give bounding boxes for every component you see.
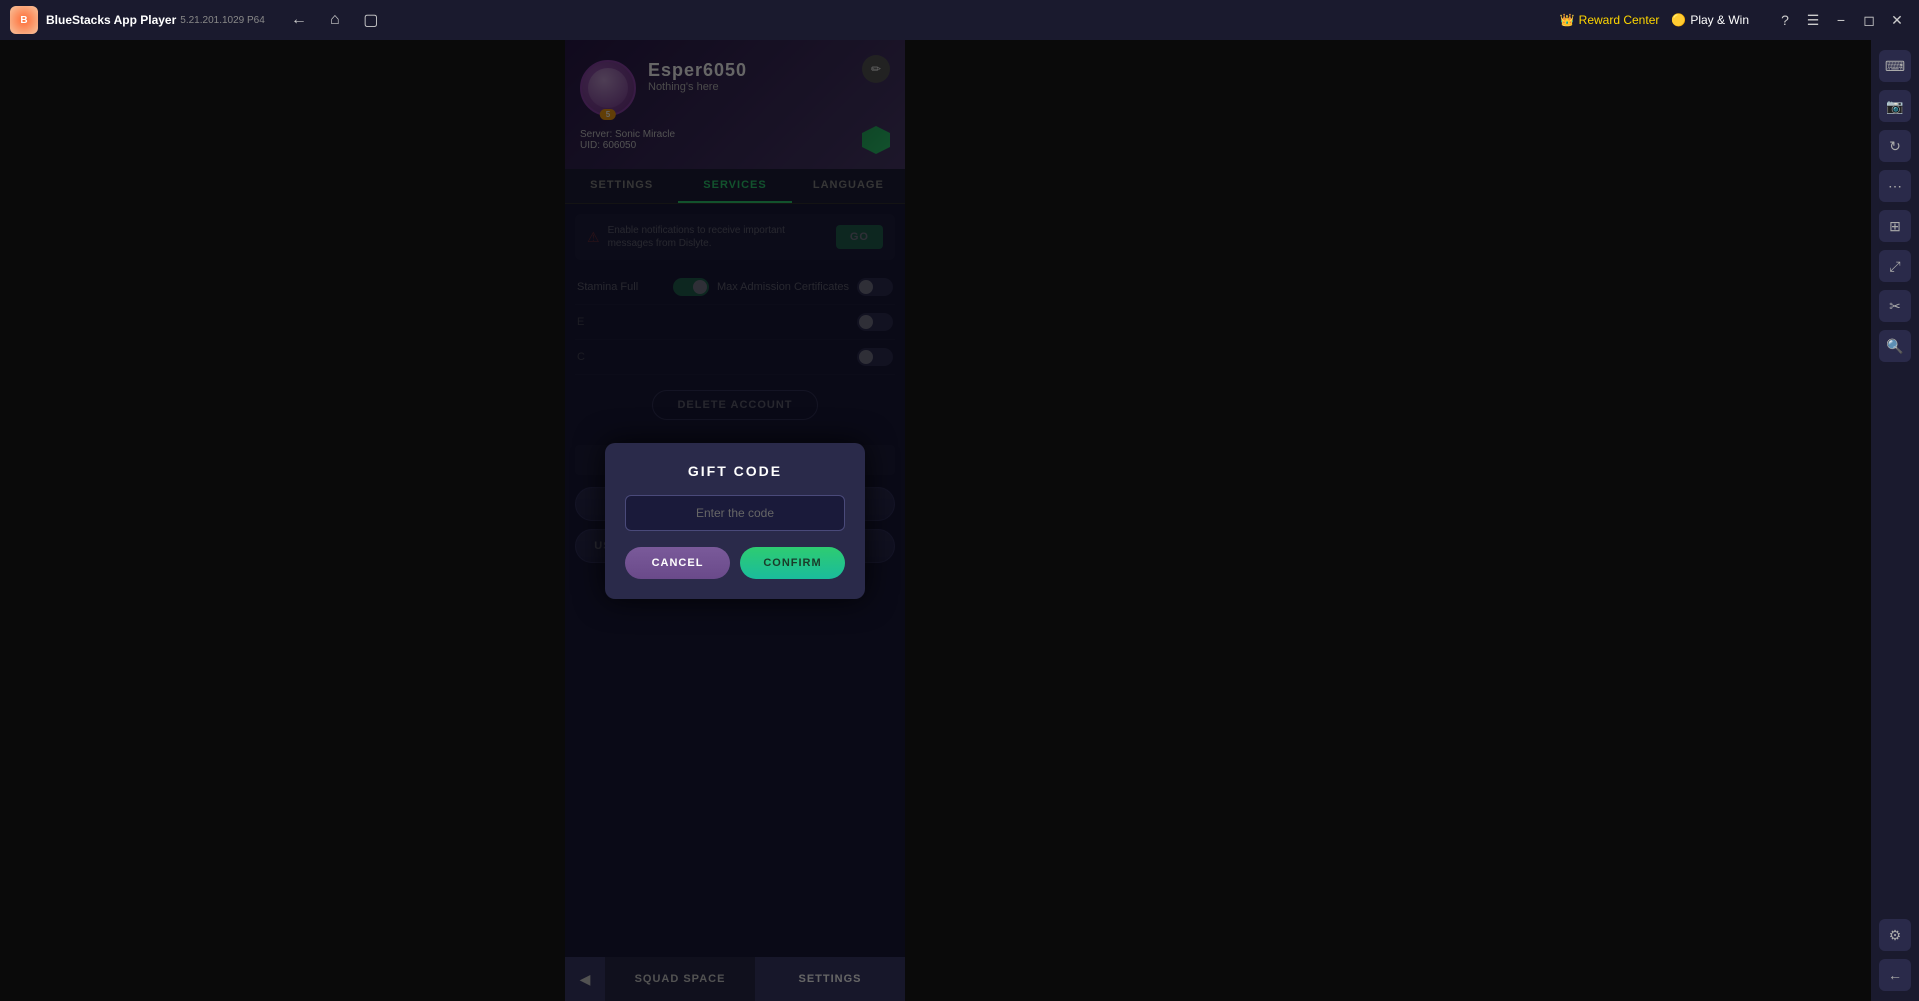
app-version: 5.21.201.1029 P64 <box>180 15 265 26</box>
app-logo: B <box>10 6 38 34</box>
sidebar-resize-icon[interactable]: ⤢ <box>1879 250 1911 282</box>
sidebar-keyboard-icon[interactable]: ⌨ <box>1879 50 1911 82</box>
gift-code-input[interactable] <box>625 495 845 531</box>
help-button[interactable]: ? <box>1773 8 1797 32</box>
modal-overlay: GIFT CODE CANCEL CONFIRM <box>565 40 905 1001</box>
sidebar-grid-icon[interactable]: ⊞ <box>1879 210 1911 242</box>
modal-buttons: CANCEL CONFIRM <box>625 547 845 579</box>
sidebar-crop-icon[interactable]: ✂ <box>1879 290 1911 322</box>
sidebar-photo-icon[interactable]: 📷 <box>1879 90 1911 122</box>
titlebar: B BlueStacks App Player 5.21.201.1029 P6… <box>0 0 1919 40</box>
main-area: 5 Esper6050 Nothing's here ✏ Server: Son… <box>0 40 1919 1001</box>
menu-button[interactable]: ☰ <box>1801 8 1825 32</box>
close-button[interactable]: ✕ <box>1885 8 1909 32</box>
minimize-button[interactable]: − <box>1829 8 1853 32</box>
reward-center-button[interactable]: 👑 Reward Center <box>1560 13 1660 27</box>
right-sidebar: ⌨ 📷 ↻ ⋯ ⊞ ⤢ ✂ 🔍 ⚙ ← <box>1871 40 1919 1001</box>
sidebar-more-icon[interactable]: ← <box>1879 959 1911 991</box>
gift-code-modal: GIFT CODE CANCEL CONFIRM <box>605 443 865 599</box>
app-name: BlueStacks App Player <box>46 13 176 27</box>
back-button[interactable]: ← <box>285 6 313 34</box>
game-panel: 5 Esper6050 Nothing's here ✏ Server: Son… <box>565 40 905 1001</box>
sidebar-search-icon[interactable]: 🔍 <box>1879 330 1911 362</box>
window-controls: ? ☰ − ◻ ✕ <box>1773 8 1909 32</box>
confirm-button[interactable]: CONFIRM <box>740 547 845 579</box>
windows-button[interactable]: ▢ <box>357 6 385 34</box>
titlebar-right: 👑 Reward Center 🟡 Play & Win ? ☰ − ◻ ✕ <box>1560 8 1909 32</box>
sidebar-settings-icon[interactable]: ⚙ <box>1879 919 1911 951</box>
playnwin-button[interactable]: 🟡 Play & Win <box>1671 13 1749 27</box>
maximize-button[interactable]: ◻ <box>1857 8 1881 32</box>
sidebar-refresh-icon[interactable]: ↻ <box>1879 130 1911 162</box>
sidebar-dots-icon[interactable]: ⋯ <box>1879 170 1911 202</box>
home-button[interactable]: ⌂ <box>321 6 349 34</box>
titlebar-nav: ← ⌂ ▢ <box>285 6 385 34</box>
crown-icon: 👑 <box>1560 13 1575 27</box>
cancel-button[interactable]: CANCEL <box>625 547 730 579</box>
modal-title: GIFT CODE <box>625 463 845 479</box>
coin-icon: 🟡 <box>1671 13 1686 27</box>
